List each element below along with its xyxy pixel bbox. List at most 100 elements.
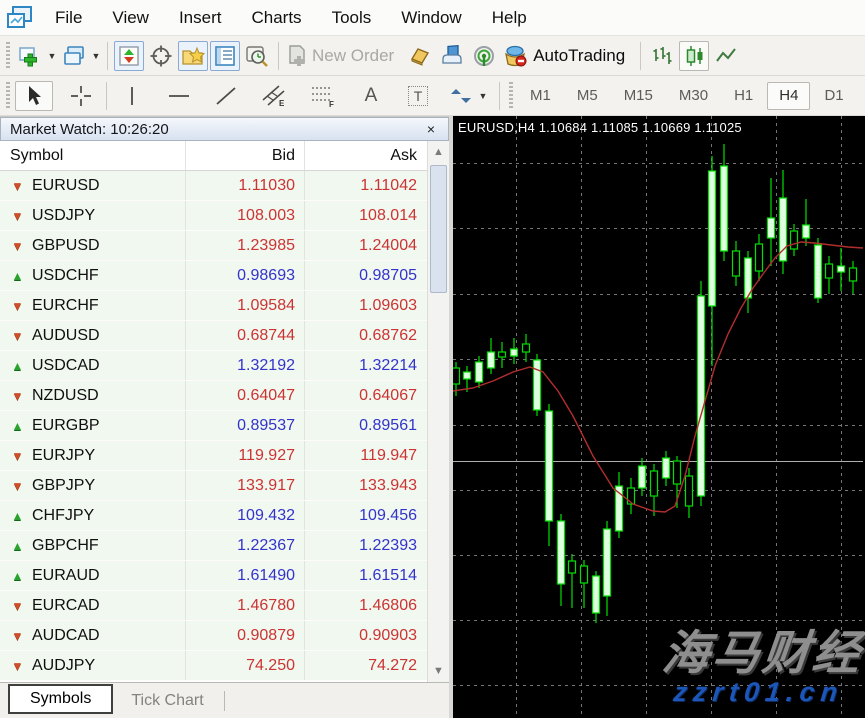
menu-help[interactable]: Help	[477, 0, 542, 35]
scroll-down-arrow-icon[interactable]: ▼	[428, 660, 449, 682]
terminal-icon	[214, 45, 236, 67]
autotrading-button[interactable]: AutoTrading	[501, 41, 634, 71]
signals-button[interactable]	[469, 41, 499, 71]
symbol-name: USDCAD	[32, 357, 100, 375]
market-watch-row-AUDCAD[interactable]: ▼AUDCAD0.908790.90903	[0, 621, 427, 651]
horizontal-line-button[interactable]	[160, 81, 198, 111]
ask-value: 109.456	[304, 501, 427, 530]
market-watch-row-NZDUSD[interactable]: ▼NZDUSD0.640470.64067	[0, 381, 427, 411]
tab-symbols[interactable]: Symbols	[8, 684, 113, 714]
candlestick-chart-type-button[interactable]	[679, 41, 709, 71]
terminal-button[interactable]	[210, 41, 240, 71]
scrollbar-thumb[interactable]	[430, 165, 447, 293]
market-watch-row-GBPCHF[interactable]: ▲GBPCHF1.223671.22393	[0, 531, 427, 561]
timeframe-W1[interactable]: W1	[858, 82, 865, 110]
metaeditor-button[interactable]	[437, 41, 467, 71]
timeframe-M5[interactable]: M5	[565, 82, 610, 110]
timeframe-M1[interactable]: M1	[518, 82, 563, 110]
price-up-arrow-icon: ▲	[10, 570, 25, 582]
ask-value: 119.947	[304, 441, 427, 470]
tab-tick-chart[interactable]: Tick Chart	[113, 688, 221, 714]
deposit-button[interactable]	[405, 41, 435, 71]
chart-area[interactable]: EURUSD,H4 1.10684 1.11085 1.10669 1.1102…	[453, 116, 865, 718]
horizontal-line-icon	[167, 85, 191, 107]
timeframe-H4[interactable]: H4	[767, 82, 810, 110]
market-watch-row-EURAUD[interactable]: ▲EURAUD1.614901.61514	[0, 561, 427, 591]
timeframe-M15[interactable]: M15	[612, 82, 665, 110]
cursor-tool-button[interactable]	[15, 81, 53, 111]
market-watch-row-EURUSD[interactable]: ▼EURUSD1.110301.11042	[0, 171, 427, 201]
equidistant-channel-button[interactable]: E	[254, 81, 294, 111]
market-watch-row-GBPUSD[interactable]: ▼GBPUSD1.239851.24004	[0, 231, 427, 261]
symbol-name: USDCHF	[32, 267, 99, 285]
column-header-bid[interactable]: Bid	[185, 141, 304, 170]
market-watch-titlebar[interactable]: Market Watch: 10:26:20 ×	[0, 117, 449, 141]
menu-tools[interactable]: Tools	[317, 0, 387, 35]
crosshair-tool-button[interactable]	[62, 81, 100, 111]
bar-chart-type-button[interactable]	[647, 41, 677, 71]
arrows-tool-button[interactable]	[446, 81, 476, 111]
deposit-icon	[408, 45, 432, 67]
fibonacci-button[interactable]: F	[303, 81, 343, 111]
price-up-arrow-icon: ▲	[10, 270, 25, 282]
market-watch-row-USDJPY[interactable]: ▼USDJPY108.003108.014	[0, 201, 427, 231]
market-watch-row-CHFJPY[interactable]: ▲CHFJPY109.432109.456	[0, 501, 427, 531]
arrows-dropdown-arrow-icon[interactable]: ▼	[477, 81, 489, 111]
market-watch-row-AUDJPY[interactable]: ▼AUDJPY74.25074.272	[0, 651, 427, 681]
price-up-arrow-icon: ▲	[10, 540, 25, 552]
text-tool-button[interactable]: A	[352, 81, 390, 111]
cursor-icon	[24, 85, 44, 107]
timeframe-H1[interactable]: H1	[722, 82, 765, 110]
new-chart-button[interactable]	[15, 41, 45, 71]
menu-view[interactable]: View	[97, 0, 164, 35]
text-label-button[interactable]: T	[399, 81, 437, 111]
ask-value: 108.014	[304, 201, 427, 230]
market-watch-row-EURCHF[interactable]: ▼EURCHF1.095841.09603	[0, 291, 427, 321]
market-watch-toggle-button[interactable]	[114, 41, 144, 71]
menu-window[interactable]: Window	[386, 0, 476, 35]
timeframe-D1[interactable]: D1	[812, 82, 855, 110]
toolbar-gripper[interactable]	[6, 42, 10, 70]
market-watch-row-EURGBP[interactable]: ▲EURGBP0.895370.89561	[0, 411, 427, 441]
strategy-tester-button[interactable]	[242, 41, 272, 71]
tab-separator	[224, 691, 225, 711]
navigator-button[interactable]	[178, 41, 208, 71]
navigator-icon	[181, 45, 205, 67]
profiles-button[interactable]	[59, 41, 89, 71]
signals-icon	[473, 45, 495, 67]
market-watch-row-USDCHF[interactable]: ▲USDCHF0.986930.98705	[0, 261, 427, 291]
market-watch-row-EURCAD[interactable]: ▼EURCAD1.467801.46806	[0, 591, 427, 621]
symbol-name: USDJPY	[32, 207, 95, 225]
toolbar-gripper[interactable]	[6, 82, 10, 110]
price-down-arrow-icon: ▼	[10, 180, 25, 192]
toolbar-gripper[interactable]	[509, 82, 513, 110]
market-watch-row-EURJPY[interactable]: ▼EURJPY119.927119.947	[0, 441, 427, 471]
new-order-button[interactable]: New Order	[285, 41, 403, 71]
market-watch-row-USDCAD[interactable]: ▲USDCAD1.321921.32214	[0, 351, 427, 381]
column-header-ask[interactable]: Ask	[304, 141, 427, 170]
scrollbar[interactable]: ▲ ▼	[427, 141, 449, 682]
menu-file[interactable]: File	[40, 0, 97, 35]
column-header-symbol[interactable]: Symbol	[0, 147, 185, 165]
table-header-row[interactable]: Symbol Bid Ask	[0, 141, 427, 171]
ask-value: 0.68762	[304, 321, 427, 350]
line-chart-type-button[interactable]	[711, 41, 741, 71]
data-window-button[interactable]	[146, 41, 176, 71]
market-watch-row-GBPJPY[interactable]: ▼GBPJPY133.917133.943	[0, 471, 427, 501]
profiles-dropdown-arrow-icon[interactable]: ▼	[90, 41, 102, 71]
close-icon[interactable]: ×	[423, 121, 439, 137]
symbol-name: CHFJPY	[32, 507, 94, 525]
ask-value: 0.90903	[304, 621, 427, 650]
bid-value: 0.68744	[185, 321, 304, 350]
market-watch-row-AUDUSD[interactable]: ▼AUDUSD0.687440.68762	[0, 321, 427, 351]
menu-charts[interactable]: Charts	[236, 0, 316, 35]
new-chart-dropdown-arrow-icon[interactable]: ▼	[46, 41, 58, 71]
symbol-name: EURCAD	[32, 597, 100, 615]
scroll-up-arrow-icon[interactable]: ▲	[428, 141, 449, 163]
menu-insert[interactable]: Insert	[164, 0, 237, 35]
vertical-line-button[interactable]	[113, 81, 151, 111]
bid-value: 1.23985	[185, 231, 304, 260]
price-down-arrow-icon: ▼	[10, 630, 25, 642]
trendline-button[interactable]	[207, 81, 245, 111]
timeframe-M30[interactable]: M30	[667, 82, 720, 110]
